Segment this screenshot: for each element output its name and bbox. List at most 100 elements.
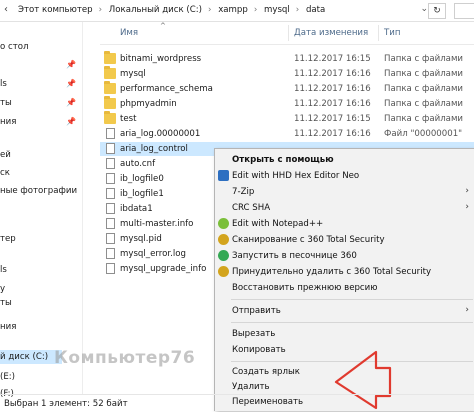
nav-item[interactable]: тер [0,234,16,244]
pin-icon: 📌 [66,79,76,88]
search-input[interactable] [454,3,474,19]
menu-item-force-delete-360[interactable]: Принудительно удалить с 360 Total Securi… [215,264,473,280]
menu-item-label: Принудительно удалить с 360 Total Securi… [232,267,432,277]
menu-item-notepad-plus[interactable]: Edit with Notepad++ [215,216,473,232]
breadcrumb-item-mysql[interactable]: mysql [264,5,290,15]
file-icon [106,263,115,274]
file-date: 11.12.2017 16:16 [294,129,371,139]
chevron-right-icon[interactable]: › [99,5,102,15]
file-name: mysql.pid [120,234,162,244]
hex-editor-icon [218,170,229,181]
menu-item-sandbox-360[interactable]: Запустить в песочнице 360 [215,248,473,264]
nav-item[interactable]: о стол [0,42,28,52]
file-name: ibdata1 [120,204,153,214]
table-row[interactable]: bitnami_wordpress 11.12.2017 16:15 Папка… [100,51,474,66]
file-icon [106,128,115,139]
file-icon [106,233,115,244]
file-type: Папка с файлами [384,114,464,124]
menu-item-hhd-hex-editor[interactable]: Edit with HHD Hex Editor Neo [215,168,473,184]
column-divider[interactable] [288,25,289,41]
file-name: ib_logfile0 [120,174,164,184]
breadcrumb-item-xampp[interactable]: xampp [218,5,248,15]
menu-item-label: Создать ярлык [232,367,300,377]
nav-item[interactable]: ls [0,265,7,275]
nav-item-local-disk[interactable]: й диск (C:) [0,350,62,364]
menu-item-label: Edit with Notepad++ [232,219,324,229]
nav-item[interactable]: ния [0,322,16,332]
menu-item-label: 7-Zip [232,187,255,197]
file-name: mysql_upgrade_info [120,264,207,274]
chevron-right-icon[interactable]: › [296,5,299,15]
address-bar: ‹ Этот компьютер › Локальный диск (C:) › x… [0,0,474,22]
nav-item[interactable]: ск [0,168,10,178]
table-row[interactable]: phpmyadmin 11.12.2017 16:16 Папка с файл… [100,96,474,111]
table-row[interactable]: aria_log.00000001 11.12.2017 16:16 Файл … [100,127,474,141]
column-type[interactable]: Тип [384,28,400,38]
menu-item-label: Edit with HHD Hex Editor Neo [232,171,360,181]
chevron-right-icon[interactable]: › [208,5,211,15]
refresh-icon[interactable]: ↻ [428,3,446,19]
menu-item-label: Запустить в песочнице 360 [232,251,357,261]
table-row[interactable]: test 11.12.2017 16:15 Папка с файлами [100,111,474,126]
nav-item[interactable]: ты [0,298,12,308]
menu-item-crc-sha[interactable]: CRC SHA › [215,200,473,216]
column-name[interactable]: Имя [120,28,138,38]
nav-item[interactable]: ния [0,117,16,127]
file-date: 11.12.2017 16:15 [294,54,371,64]
table-row[interactable]: performance_schema 11.12.2017 16:16 Папк… [100,81,474,96]
column-divider[interactable] [378,25,379,41]
chevron-right-icon[interactable]: › [254,5,257,15]
menu-item-scan-360[interactable]: Сканирование с 360 Total Security [215,232,473,248]
column-date[interactable]: Дата изменения [294,28,368,38]
breadcrumb-item-this-pc[interactable]: Этот компьютер [18,5,93,15]
file-name: multi-master.info [120,219,194,229]
chevron-right-icon: › [465,202,469,212]
file-date: 11.12.2017 16:16 [294,69,371,79]
notepad-plus-icon [218,218,229,229]
file-date: 11.12.2017 16:16 [294,99,371,109]
menu-item-label: CRC SHA [232,203,271,213]
file-icon [106,248,115,259]
nav-item[interactable]: (E:) [0,372,15,382]
file-name: aria_log_control [120,144,188,154]
breadcrumb-item-local-disk[interactable]: Локальный диск (C:) [109,5,202,15]
shield-360-icon [218,234,229,245]
file-icon [106,218,115,229]
menu-divider [231,299,473,300]
pin-icon: 📌 [66,60,76,69]
file-name: test [120,114,137,124]
nav-item[interactable]: ей [0,150,11,160]
chevron-right-icon: › [465,186,469,196]
menu-item-label: Сканирование с 360 Total Security [232,235,385,245]
file-icon [106,203,115,214]
nav-item[interactable]: у [0,284,5,294]
chevron-right-icon: › [465,305,469,315]
file-date: 11.12.2017 16:15 [294,114,371,124]
folder-icon [104,51,116,64]
nav-item[interactable]: ты [0,98,12,108]
breadcrumb-item-data[interactable]: data [306,5,325,15]
folder-icon [104,66,116,79]
menu-item-cut[interactable]: Вырезать [215,326,473,342]
file-type: Папка с файлами [384,99,464,109]
pin-icon: 📌 [66,98,76,107]
nav-item[interactable]: ные фотографии [0,186,77,196]
file-name: aria_log.00000001 [120,129,201,139]
file-type: Файл "00000001" [384,129,463,139]
chevron-left-icon[interactable]: ‹ [4,4,16,16]
menu-divider [231,322,473,323]
status-text: Выбран 1 элемент: 52 байт [4,399,128,409]
breadcrumb: Этот компьютер › Локальный диск (C:) › xam… [18,5,329,15]
column-header: ^ Имя Дата изменения Тип [100,22,474,45]
file-name: bitnami_wordpress [120,54,202,64]
menu-item-7zip[interactable]: 7-Zip › [215,184,473,200]
menu-item-label: Отправить [232,306,281,316]
file-name: performance_schema [120,84,213,94]
nav-item[interactable]: ls [0,79,7,89]
table-row[interactable]: mysql 11.12.2017 16:16 Папка с файлами [100,66,474,81]
menu-item-open-with[interactable]: Открыть с помощью [215,152,473,168]
menu-item-restore-previous[interactable]: Восстановить прежнюю версию [215,280,473,296]
chevron-down-icon[interactable]: ⌄ [420,4,428,14]
menu-item-send-to[interactable]: Отправить › [215,303,473,319]
sandbox-360-icon [218,250,229,261]
